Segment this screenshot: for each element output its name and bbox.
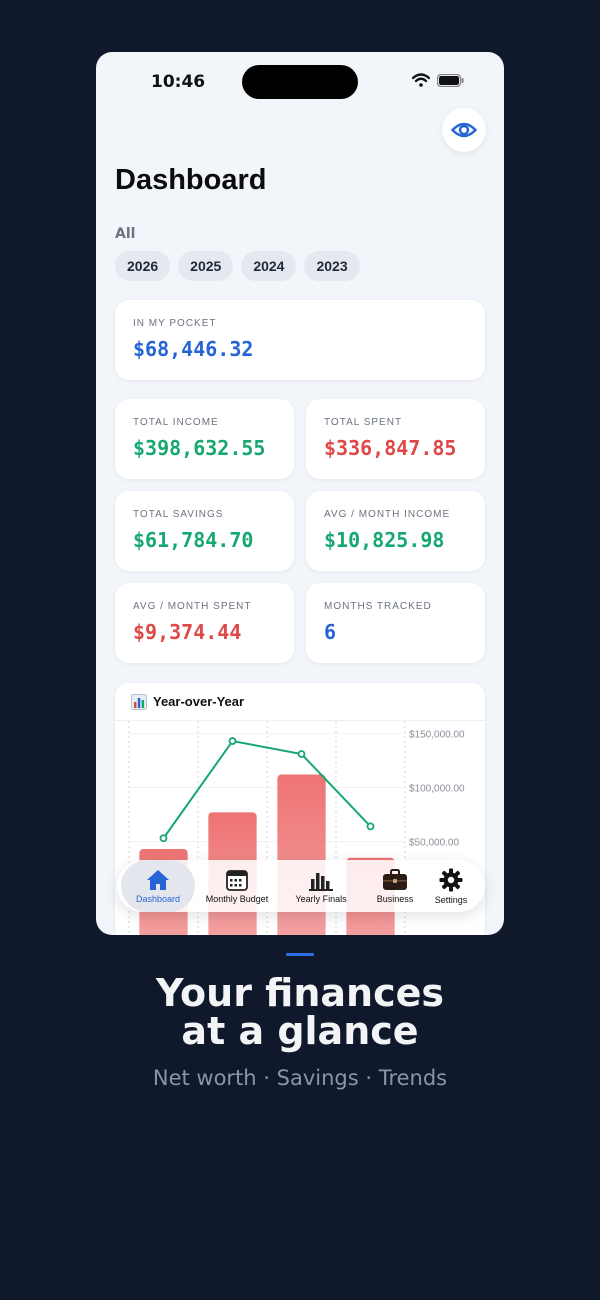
tab-label: Dashboard xyxy=(135,893,181,904)
tab-bar: Dashboard Monthly Budget Yearly Finals B… xyxy=(117,860,485,912)
stat-value: 6 xyxy=(324,620,337,644)
stat-value: $398,632.55 xyxy=(133,436,266,460)
status-time: 10:46 xyxy=(151,72,206,92)
visibility-toggle-button[interactable] xyxy=(442,108,486,152)
stat-card-total-spent: TOTAL SPENT $336,847.85 xyxy=(306,399,485,479)
stat-value: $61,784.70 xyxy=(133,528,254,552)
stat-label: TOTAL SPENT xyxy=(324,417,403,428)
headline-line-1: Your finances xyxy=(156,971,444,1015)
tab-label: Business xyxy=(376,893,414,904)
year-chip-2026[interactable]: 2026 xyxy=(115,251,171,281)
wifi-icon xyxy=(412,73,430,87)
stat-card-avg-month-income: AVG / MONTH INCOME $10,825.98 xyxy=(306,491,485,571)
tab-business[interactable]: Business xyxy=(363,860,427,912)
stat-label: AVG / MONTH INCOME xyxy=(324,509,451,520)
promo-subline: Net worth · Savings · Trends xyxy=(152,1066,448,1090)
line-point xyxy=(297,750,306,758)
stat-value: $10,825.98 xyxy=(324,528,445,552)
gear-icon xyxy=(439,868,463,891)
chart-title: Year-over-Year xyxy=(153,694,245,709)
pocket-card: IN MY POCKET $68,446.32 xyxy=(115,300,485,380)
stat-card-months-tracked: MONTHS TRACKED 6 xyxy=(306,583,485,663)
promo-headline: Your finances at a glance xyxy=(0,974,600,1050)
stat-value: $9,374.44 xyxy=(133,620,242,644)
accent-line xyxy=(286,953,314,956)
page-title: Dashboard xyxy=(115,164,267,196)
bar-chart-icon xyxy=(131,693,147,710)
dynamic-island xyxy=(242,65,358,99)
year-chip-2024[interactable]: 2024 xyxy=(241,251,297,281)
year-chip-2025[interactable]: 2025 xyxy=(178,251,234,281)
y-tick-label: $50,000.00 xyxy=(409,838,459,849)
stat-label: AVG / MONTH SPENT xyxy=(133,601,252,612)
house-icon xyxy=(147,869,169,890)
phone-screen: 10:46 Dashboard All 2026 2025 2024 2023 … xyxy=(96,52,504,935)
eye-icon xyxy=(451,122,477,138)
y-tick-label: $100,000.00 xyxy=(409,784,465,795)
calendar-icon xyxy=(226,869,248,891)
tab-label: Monthly Budget xyxy=(205,893,269,904)
tab-label: Yearly Finals xyxy=(295,893,347,904)
filter-all[interactable]: All xyxy=(115,226,135,242)
stat-label: MONTHS TRACKED xyxy=(324,601,432,612)
battery-icon xyxy=(437,74,464,87)
y-tick-label: $150,000.00 xyxy=(409,730,465,741)
pocket-value: $68,446.32 xyxy=(133,337,254,361)
chart-header: Year-over-Year xyxy=(115,683,485,721)
bar-chart-icon xyxy=(309,872,333,891)
stat-label: TOTAL INCOME xyxy=(133,417,219,428)
line-point xyxy=(159,834,168,843)
stat-label: TOTAL SAVINGS xyxy=(133,509,224,520)
line-point xyxy=(228,737,237,745)
tab-monthly-budget[interactable]: Monthly Budget xyxy=(199,860,275,912)
briefcase-icon xyxy=(383,868,407,890)
series-line xyxy=(162,739,372,839)
stat-card-total-income: TOTAL INCOME $398,632.55 xyxy=(115,399,294,479)
stat-value: $336,847.85 xyxy=(324,436,457,460)
tab-label: Settings xyxy=(434,894,468,905)
stat-card-total-savings: TOTAL SAVINGS $61,784.70 xyxy=(115,491,294,571)
stat-card-avg-month-spent: AVG / MONTH SPENT $9,374.44 xyxy=(115,583,294,663)
pocket-label: IN MY POCKET xyxy=(133,318,217,329)
tab-dashboard[interactable]: Dashboard xyxy=(121,860,195,912)
year-chip-2023[interactable]: 2023 xyxy=(304,251,360,281)
headline-line-2: at a glance xyxy=(181,1009,419,1053)
year-filter-chips: 2026 2025 2024 2023 xyxy=(115,251,360,281)
line-point xyxy=(366,822,375,831)
tab-yearly-finals[interactable]: Yearly Finals xyxy=(283,860,359,912)
tab-settings[interactable]: Settings xyxy=(419,860,483,912)
